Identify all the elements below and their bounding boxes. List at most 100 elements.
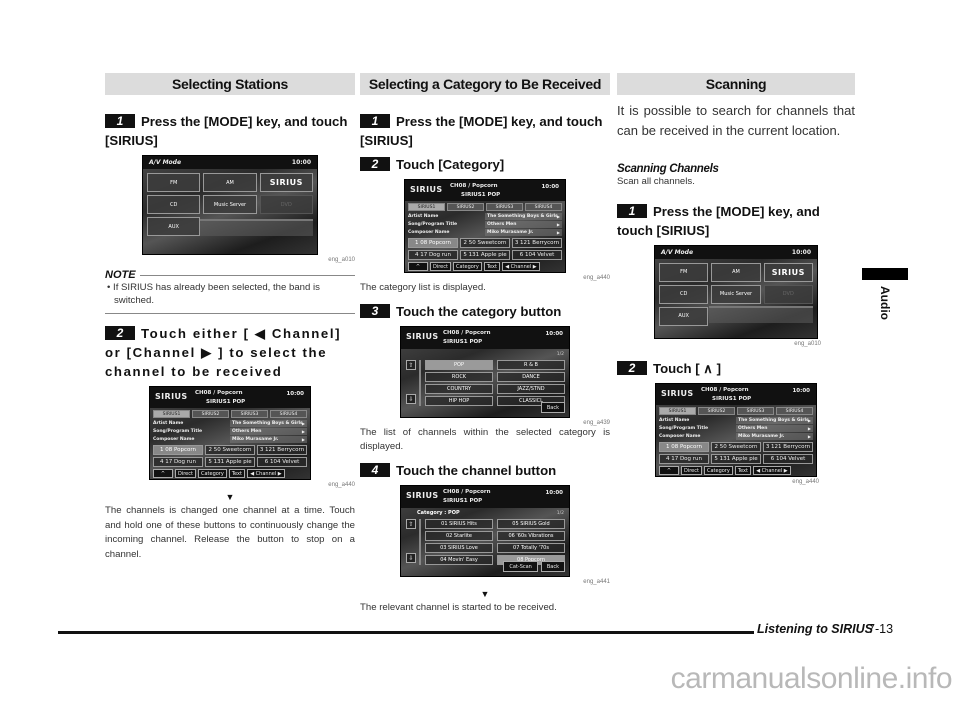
category-button[interactable]: ROCK [425, 371, 493, 382]
scan-up-button[interactable]: ^ [659, 465, 679, 475]
text-button[interactable]: Text [228, 469, 245, 478]
tab-sirius3[interactable]: SIRIUS3 [486, 203, 523, 211]
back-button[interactable]: Back [540, 401, 565, 413]
text-button[interactable]: Text [483, 262, 500, 271]
step-2: 2 Touch [ ∧ ] [617, 359, 855, 378]
tab-sirius1[interactable]: SIRIUS1 [408, 203, 445, 211]
cd-button[interactable]: CD [147, 195, 201, 214]
figure-caption: eng_a440 [328, 482, 355, 488]
scrollbar[interactable] [419, 518, 421, 565]
step-2: 2 Touch [Category] [360, 155, 610, 174]
preset-button[interactable]: 5 131 Apple pie [460, 250, 510, 260]
preset-button[interactable]: 6 104 Velvet [763, 453, 813, 464]
chapter-tab-label: Audio [878, 286, 892, 320]
direct-button[interactable]: Direct [430, 262, 451, 271]
tab-sirius2[interactable]: SIRIUS2 [447, 203, 484, 211]
preset-button[interactable]: 2 50 Sweetcorn [460, 238, 510, 248]
tab-sirius3[interactable]: SIRIUS3 [231, 410, 268, 418]
fm-button[interactable]: FM [147, 173, 201, 192]
tab-sirius2[interactable]: SIRIUS2 [192, 410, 229, 418]
av-mode-screen: A/V Mode 10:00 FM AM SIRIUS CD Music Serv… [142, 155, 318, 255]
column-scanning: Scanning It is possible to search for ch… [617, 73, 855, 485]
tab-sirius1[interactable]: SIRIUS1 [153, 410, 190, 418]
preset-button[interactable]: 6 104 Velvet [512, 250, 562, 260]
preset-button[interactable]: 4 17 Dog run [408, 250, 458, 260]
channel-button[interactable]: 06 '60s Vibrations [497, 530, 565, 541]
preset-button[interactable]: 6 104 Velvet [257, 457, 307, 467]
am-button[interactable]: AM [203, 173, 257, 192]
preset-button[interactable]: 4 17 Dog run [153, 457, 203, 467]
preset-button[interactable]: 5 131 Apple pie [711, 453, 761, 464]
preset-button[interactable]: 3 121 Berrycorn [763, 441, 813, 452]
sirius-tuner-screen: SIRIUS CH08 / Popcorn SIRIUS1 POP 10:00 … [149, 386, 311, 480]
scroll-up-icon[interactable]: ⇧ [406, 518, 416, 529]
channel-button[interactable]: ◀ Channel ▶ [246, 469, 285, 478]
preset-button[interactable]: 2 50 Sweetcorn [205, 445, 255, 455]
scroll-down-icon[interactable]: ⇩ [406, 393, 416, 404]
tab-sirius2[interactable]: SIRIUS2 [698, 406, 735, 415]
text-button[interactable]: Text [734, 465, 751, 475]
scrollbar[interactable] [419, 359, 421, 406]
dvd-button[interactable]: DVD [259, 195, 313, 214]
fm-button[interactable]: FM [659, 262, 709, 282]
sirius-logo: SIRIUS [155, 392, 188, 401]
scroll-up-icon[interactable]: ⇧ [406, 359, 416, 370]
back-button[interactable]: Back [540, 560, 565, 572]
direct-button[interactable]: Direct [175, 469, 196, 478]
category-button[interactable]: JAZZ/STND [497, 383, 565, 394]
category-button[interactable]: DANCE [497, 371, 565, 382]
channel-button[interactable]: ◀ Channel ▶ [501, 262, 540, 271]
scan-up-button[interactable]: ^ [153, 469, 173, 478]
sirius-button[interactable]: SIRIUS [259, 173, 313, 192]
preset-button[interactable]: 1 08 Popcorn [153, 445, 203, 455]
preset-button[interactable]: 4 17 Dog run [659, 453, 709, 464]
am-button[interactable]: AM [711, 262, 761, 282]
preset-button[interactable]: 3 121 Berrycorn [257, 445, 307, 455]
channel-button[interactable]: 07 Totally '70s [497, 542, 565, 553]
channel-button[interactable]: 01 SIRIUS Hits [425, 518, 493, 529]
cat-scan-button[interactable]: Cat-Scan [503, 560, 538, 572]
tab-sirius4[interactable]: SIRIUS4 [270, 410, 307, 418]
channel-list-screen: SIRIUS CH08 / Popcorn SIRIUS1 POP 10:00 … [400, 484, 570, 577]
tab-sirius3[interactable]: SIRIUS3 [737, 406, 774, 415]
category-button[interactable]: COUNTRY [425, 383, 493, 394]
category-button[interactable]: Category [703, 465, 733, 475]
tab-sirius1[interactable]: SIRIUS1 [659, 406, 696, 415]
preset-button[interactable]: 3 121 Berrycorn [512, 238, 562, 248]
music-server-button[interactable]: Music Server [203, 195, 257, 214]
scan-up-button[interactable]: ^ [408, 262, 428, 271]
channel-button[interactable]: 05 SIRIUS Gold [497, 518, 565, 529]
music-server-button[interactable]: Music Server [711, 284, 761, 304]
category-button[interactable]: POP [425, 359, 493, 370]
direct-button[interactable]: Direct [681, 465, 702, 475]
aux-button[interactable]: AUX [659, 306, 709, 326]
intro-text: It is possible to search for channels th… [617, 103, 855, 138]
channel-button[interactable]: 02 Starlite [425, 530, 493, 541]
figure-caption: eng_a441 [583, 578, 610, 585]
sirius-button[interactable]: SIRIUS [763, 262, 813, 282]
tab-sirius4[interactable]: SIRIUS4 [776, 406, 813, 415]
preset-button[interactable]: 2 50 Sweetcorn [711, 441, 761, 452]
category-button[interactable]: Category [452, 262, 482, 271]
channel-button[interactable]: ◀ Channel ▶ [752, 465, 791, 475]
preset-button[interactable]: 1 08 Popcorn [659, 441, 709, 452]
category-button[interactable]: R & B [497, 359, 565, 370]
scroll-down-icon[interactable]: ⇩ [406, 552, 416, 563]
column-selecting-stations: Selecting Stations 1 Press the [MODE] key… [105, 73, 355, 562]
step-1: 1 Press the [MODE] key, and touch [SIRIUS… [617, 203, 820, 238]
channel-button[interactable]: 04 Movin' Easy [425, 554, 493, 565]
category-button[interactable]: HIP HOP [425, 395, 493, 406]
preset-button[interactable]: 5 131 Apple pie [205, 457, 255, 467]
preset-button[interactable]: 1 08 Popcorn [408, 238, 458, 248]
figure-caption: eng_a010 [794, 340, 821, 347]
av-mode-screen: A/V Mode 10:00 FM AM SIRIUS CD Music Serv… [654, 244, 818, 339]
category-list-screen: SIRIUS CH08 / Popcorn SIRIUS1 POP 10:00 … [400, 325, 570, 418]
aux-button[interactable]: AUX [147, 217, 201, 236]
figure-caption: eng_a010 [328, 257, 355, 263]
dvd-button[interactable]: DVD [763, 284, 813, 304]
channel-button[interactable]: 03 SIRIUS Love [425, 542, 493, 553]
tab-sirius4[interactable]: SIRIUS4 [525, 203, 562, 211]
cd-button[interactable]: CD [659, 284, 709, 304]
section-title: Selecting a Category to Be Received [360, 73, 610, 95]
category-button[interactable]: Category [197, 469, 227, 478]
